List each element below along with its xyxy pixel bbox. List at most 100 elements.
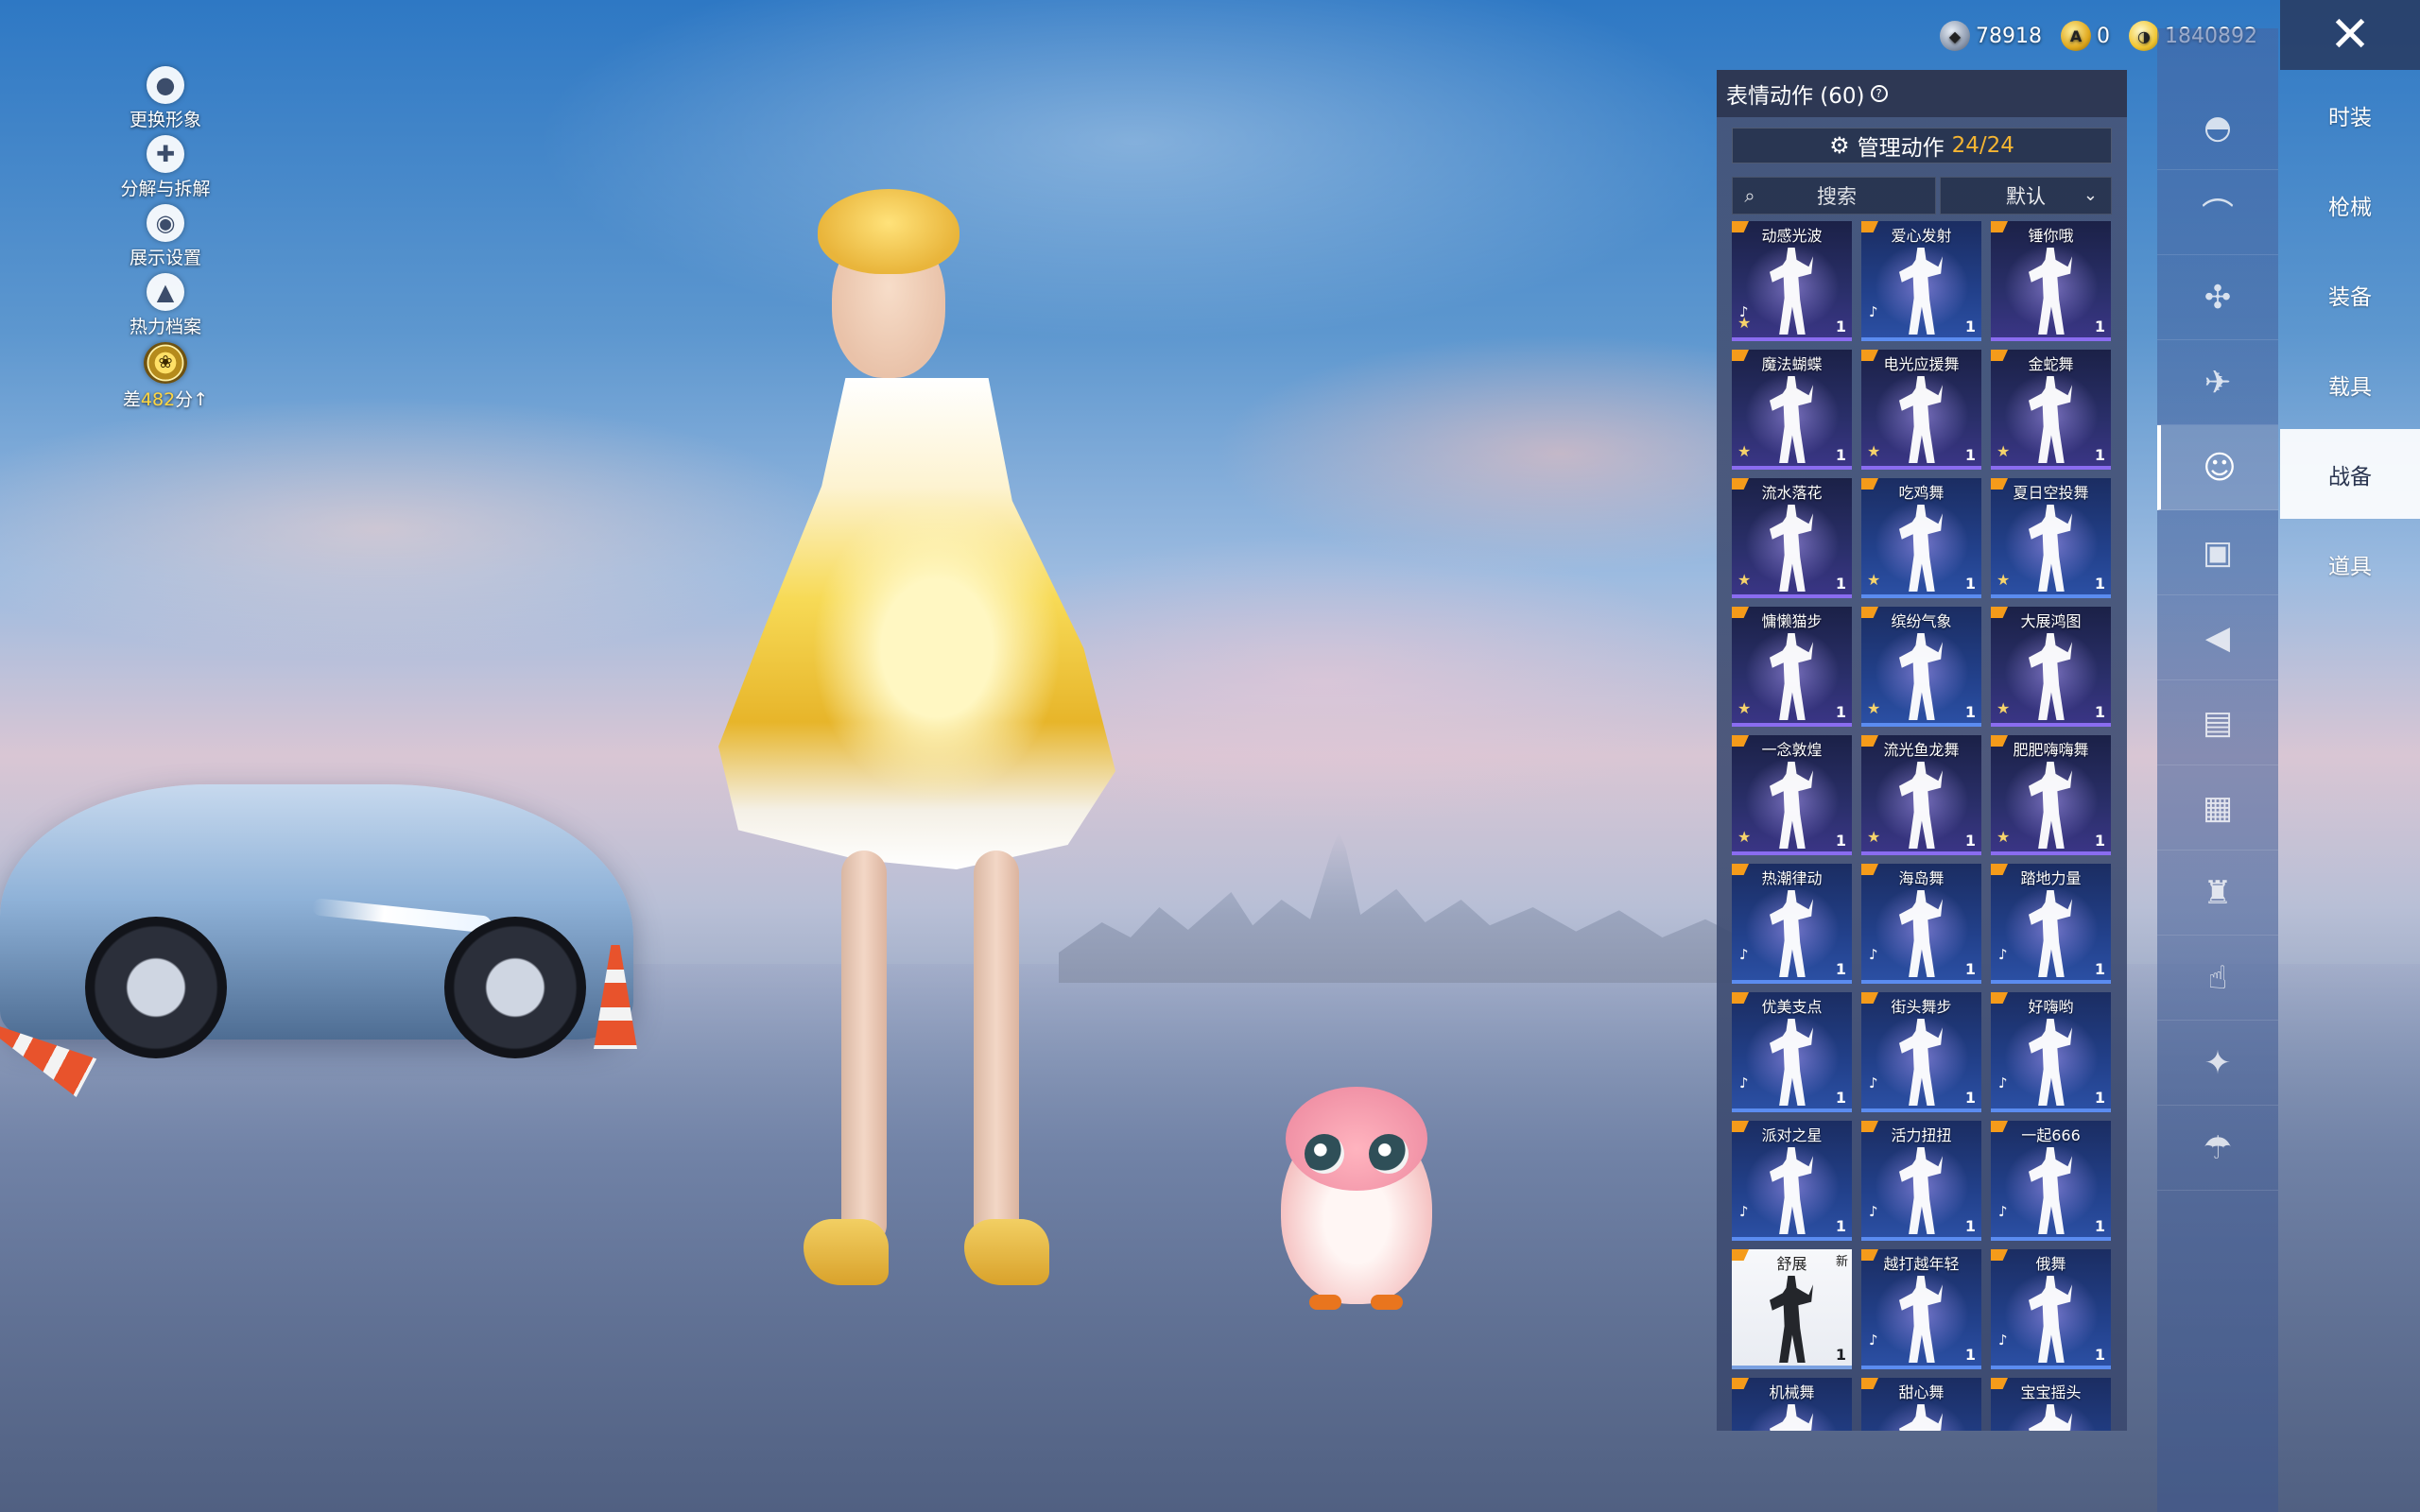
manage-emotes-button[interactable]: ⚙ 管理动作 24/24 (1732, 128, 2112, 163)
emote-card[interactable]: 大展鸿图 ★ 1 (1991, 607, 2111, 727)
subcategory-tab[interactable]: ♜ (2157, 850, 2278, 936)
emote-card[interactable]: 流光鱼龙舞 ★ 1 (1861, 735, 1981, 855)
emote-name: 动感光波 (1761, 227, 1823, 245)
emote-card[interactable]: 一起666 ♪ 1 (1991, 1121, 2111, 1241)
emote-card[interactable]: 夏日空投舞 ★ 1 (1991, 478, 2111, 598)
tap-icon: ☝ (2207, 958, 2228, 997)
emote-card[interactable]: 爱心发射 ♪ 1 (1861, 221, 1981, 341)
music-note-icon: ♪ (1869, 1332, 1878, 1349)
change-appearance-button[interactable]: ● 更换形象 (113, 66, 217, 135)
star-icon: ★ (1867, 571, 1881, 589)
emote-name: 电光应援舞 (1883, 355, 1960, 373)
emote-quantity: 1 (1835, 832, 1846, 850)
emote-name: 流光鱼龙舞 (1883, 741, 1960, 759)
tab-category[interactable]: 装备 (2280, 249, 2420, 339)
tier-progress-label: 差482分↑ (123, 386, 208, 411)
subcategory-tab[interactable]: ✈ (2157, 340, 2278, 425)
emote-card[interactable]: 锤你哦 1 (1991, 221, 2111, 341)
emote-card[interactable]: 派对之星 ♪ 1 (1732, 1121, 1852, 1241)
search-input[interactable]: ⌕ 搜索 (1732, 177, 1936, 215)
emote-card[interactable]: 缤纷气象 ★ 1 (1861, 607, 1981, 727)
subcategory-tab[interactable]: ☝ (2157, 936, 2278, 1021)
emote-card[interactable]: 慵懒猫步 ★ 1 (1732, 607, 1852, 727)
close-button[interactable]: ✕ (2280, 0, 2420, 70)
subcategory-tab[interactable]: ▤ (2157, 680, 2278, 765)
tab-category[interactable]: 道具 (2280, 519, 2420, 609)
currency-silver[interactable]: ◆ 78918 (1940, 21, 2042, 51)
tier-progress-button[interactable]: ❀ 差482分↑ (113, 342, 217, 411)
display-settings-button[interactable]: ◉ 展示设置 (113, 204, 217, 273)
emote-card[interactable]: 魔法蝴蝶 ★ 1 (1732, 350, 1852, 470)
emote-quantity: 1 (2094, 832, 2105, 850)
chevron-down-icon: ⌄ (2083, 185, 2098, 205)
subcategory-tab[interactable]: ▦ (2157, 765, 2278, 850)
emote-card[interactable]: 舒展 新 1 (1732, 1249, 1852, 1369)
pet-companion (1267, 1068, 1446, 1314)
emote-name: 甜心舞 (1898, 1383, 1945, 1401)
arrow-up-icon: ↑ (193, 389, 209, 410)
subcategory-tab[interactable]: ✦ (2157, 1021, 2278, 1106)
player-character (700, 189, 1115, 1304)
emote-quantity: 1 (1835, 703, 1846, 721)
subcategory-tab[interactable]: ☺ (2157, 425, 2278, 510)
emote-card[interactable]: 热潮律动 ♪ 1 (1732, 864, 1852, 984)
sports-car-vehicle (0, 784, 633, 1058)
emote-card[interactable]: 流水落花 ★ 1 (1732, 478, 1852, 598)
parachute-icon: ☂ (2203, 1128, 2233, 1167)
tab-category[interactable]: 时装 (2280, 70, 2420, 160)
sort-dropdown[interactable]: 默认 ⌄ (1940, 177, 2112, 215)
subcategory-tab[interactable]: ◓ (2157, 85, 2278, 170)
subcategory-tab[interactable]: ☂ (2157, 1106, 2278, 1191)
emote-card[interactable]: 优美支点 ♪ 1 (1732, 992, 1852, 1112)
emote-card[interactable]: 电光应援舞 ★ 1 (1861, 350, 1981, 470)
emote-card[interactable]: 肥肥嗨嗨舞 ★ 1 (1991, 735, 2111, 855)
music-note-icon: ♪ (1869, 1074, 1878, 1091)
music-note-icon: ♪ (1739, 303, 1749, 320)
sort-value: 默认 (2006, 185, 2046, 208)
emote-quantity: 1 (1835, 1089, 1846, 1107)
avatar-icon: ● (147, 66, 184, 104)
emote-card[interactable]: 俄舞 ♪ 1 (1991, 1249, 2111, 1369)
tab-category[interactable]: 枪械 (2280, 160, 2420, 249)
emote-card[interactable]: 动感光波 ★ ♪ 1 (1732, 221, 1852, 341)
subcategory-tab[interactable]: ▣ (2157, 510, 2278, 595)
character-shoe-left (804, 1219, 889, 1285)
manage-emotes-label: 管理动作 (1857, 136, 1945, 161)
subcategory-tab[interactable]: ◀ (2157, 595, 2278, 680)
music-note-icon: ♪ (1739, 946, 1749, 963)
pet-face (1286, 1087, 1427, 1191)
decompose-button[interactable]: ✚ 分解与拆解 (113, 135, 217, 204)
eye-icon: ◉ (147, 204, 184, 242)
music-note-icon: ♪ (1869, 946, 1878, 963)
subcategory-tab[interactable]: ✣ (2157, 255, 2278, 340)
currency-a-coin[interactable]: A 0 (2061, 21, 2110, 51)
emote-card[interactable]: 吃鸡舞 ★ 1 (1861, 478, 1981, 598)
emote-card[interactable]: 街头舞步 ♪ 1 (1861, 992, 1981, 1112)
emote-card[interactable]: 活力扭扭 ♪ 1 (1861, 1121, 1981, 1241)
tier-prefix: 差 (122, 389, 141, 410)
left-action-menu: ● 更换形象 ✚ 分解与拆解 ◉ 展示设置 ▲ 热力档案 ❀ 差482分↑ (113, 66, 217, 411)
emote-quantity: 1 (1835, 1217, 1846, 1235)
emote-card[interactable]: 海岛舞 ♪ 1 (1861, 864, 1981, 984)
heat-profile-button[interactable]: ▲ 热力档案 (113, 273, 217, 342)
emote-card[interactable]: 金蛇舞 ★ 1 (1991, 350, 2111, 470)
emote-card[interactable]: 甜心舞1 (1861, 1378, 1981, 1431)
character-dress (718, 378, 1115, 869)
emote-card[interactable]: 踏地力量 ♪ 1 (1991, 864, 2111, 984)
help-icon[interactable]: ? (1870, 85, 1888, 102)
emote-card[interactable]: 好嗨哟 ♪ 1 (1991, 992, 2111, 1112)
emote-card[interactable]: 越打越年轻 ♪ 1 (1861, 1249, 1981, 1369)
emote-card[interactable]: 一念敦煌 ★ 1 (1732, 735, 1852, 855)
emote-quantity: 1 (1964, 318, 1976, 335)
tab-category[interactable]: 载具 (2280, 339, 2420, 429)
tab-category[interactable]: 战备 (2280, 429, 2420, 519)
subcategory-tab[interactable]: ⌒ (2157, 170, 2278, 255)
magic-wand-icon: ✦ (2204, 1043, 2232, 1082)
change-appearance-label: 更换形象 (129, 110, 201, 130)
close-icon: ✕ (2329, 7, 2371, 63)
emote-name: 越打越年轻 (1883, 1255, 1960, 1273)
emote-name: 缤纷气象 (1891, 612, 1952, 630)
music-note-icon: ♪ (1998, 1203, 2008, 1220)
emote-card[interactable]: 机械舞1 (1732, 1378, 1852, 1431)
emote-card[interactable]: 宝宝摇头1 (1991, 1378, 2111, 1431)
